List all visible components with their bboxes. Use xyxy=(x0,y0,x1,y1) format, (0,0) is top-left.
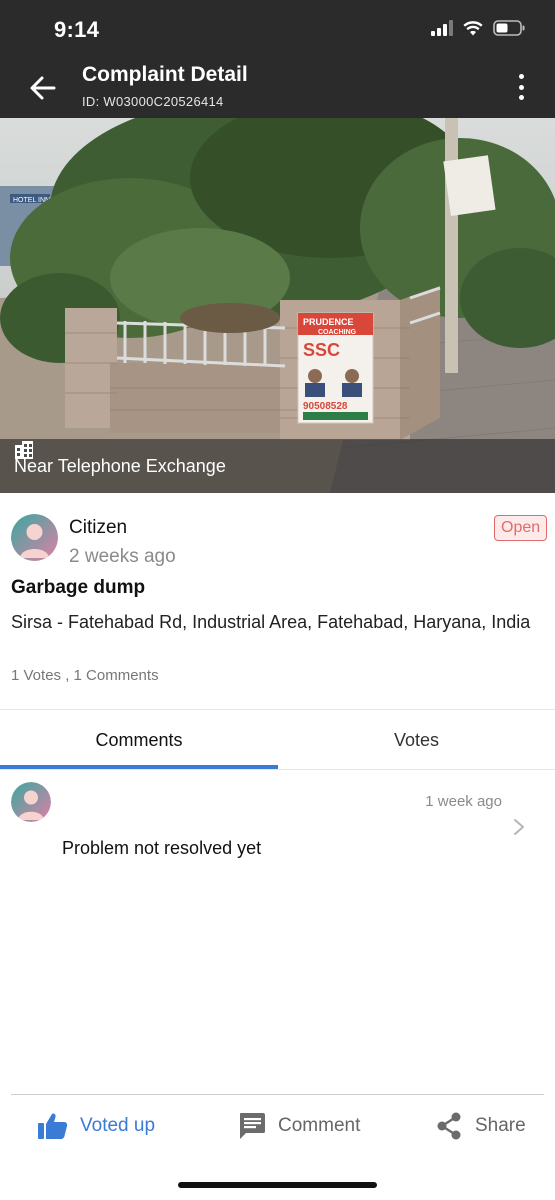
complaint-stats: 1 Votes , 1 Comments xyxy=(11,667,159,684)
status-bar: 9:14 xyxy=(0,0,555,58)
home-indicator[interactable] xyxy=(178,1182,377,1188)
comment-button[interactable]: Comment xyxy=(237,1107,360,1145)
complaint-id: ID: W03000C20526414 xyxy=(82,94,224,109)
comment-avatar[interactable] xyxy=(11,782,51,822)
avatar[interactable] xyxy=(11,514,58,561)
divider xyxy=(0,769,555,770)
status-icons xyxy=(431,20,525,36)
status-time: 9:14 xyxy=(54,17,100,42)
status-badge: Open xyxy=(494,515,548,541)
page-title: Complaint Detail xyxy=(82,63,248,86)
svg-text:COACHING: COACHING xyxy=(318,329,357,336)
thumbs-up-icon xyxy=(38,1113,68,1139)
svg-text:90508528: 90508528 xyxy=(303,401,348,412)
complaint-address: Sirsa - Fatehabad Rd, Industrial Area, F… xyxy=(11,612,531,632)
svg-text:PRUDENCE: PRUDENCE xyxy=(303,317,354,327)
complaint-photo[interactable]: HOTEL INN PRUDENCE COACHING SSC 90508528… xyxy=(0,118,555,493)
share-button-label: Share xyxy=(475,1115,526,1136)
back-arrow-icon[interactable] xyxy=(26,72,60,104)
vote-button-label: Voted up xyxy=(80,1115,156,1136)
building-icon xyxy=(15,441,33,459)
complaint-title: Garbage dump xyxy=(11,577,146,598)
author-name: Citizen xyxy=(69,517,128,538)
vote-button[interactable]: Voted up xyxy=(37,1107,155,1145)
photo-illustration: HOTEL INN PRUDENCE COACHING SSC 90508528 xyxy=(0,118,555,493)
comment-text: Problem not resolved yet xyxy=(62,838,262,858)
svg-text:SSC: SSC xyxy=(303,340,340,360)
divider xyxy=(11,1094,544,1095)
posted-time: 2 weeks ago xyxy=(69,546,176,567)
wifi-icon xyxy=(463,21,483,36)
more-vert-icon[interactable] xyxy=(517,74,525,100)
comment-button-label: Comment xyxy=(278,1115,361,1136)
chevron-right-icon[interactable] xyxy=(512,817,526,837)
location-label: Near Telephone Exchange xyxy=(14,455,226,476)
comment-icon xyxy=(240,1113,265,1139)
location-bar: Near Telephone Exchange xyxy=(0,439,555,493)
share-icon xyxy=(437,1112,461,1140)
cellular-signal-icon xyxy=(431,20,453,36)
battery-icon xyxy=(493,20,525,36)
tab-votes[interactable]: Votes xyxy=(278,710,555,770)
app-bar: Complaint Detail ID: W03000C20526414 xyxy=(0,58,555,118)
share-button[interactable]: Share xyxy=(435,1107,526,1145)
comment-time: 1 week ago xyxy=(425,793,502,810)
tab-comments[interactable]: Comments xyxy=(0,710,278,770)
